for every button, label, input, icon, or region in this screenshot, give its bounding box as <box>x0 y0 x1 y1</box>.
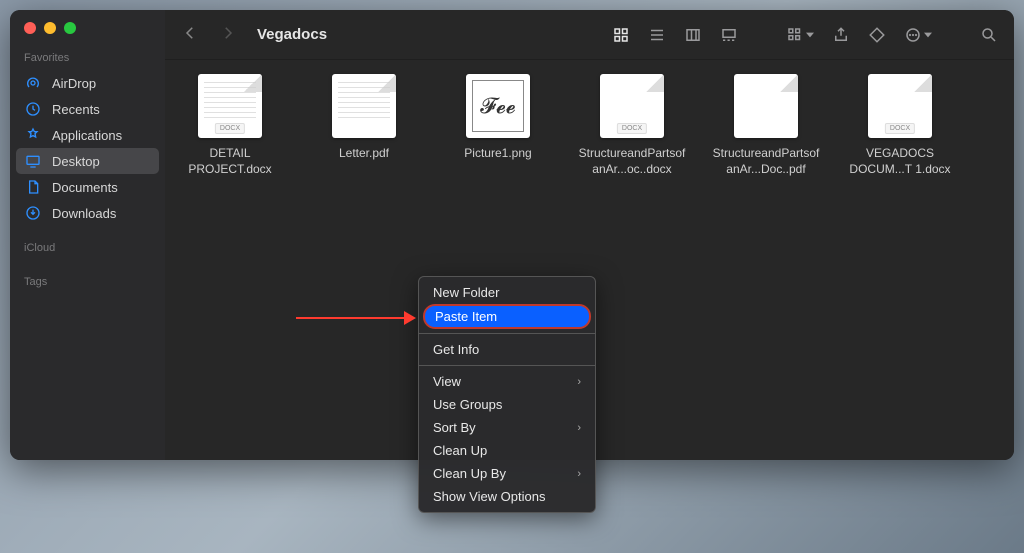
file-item[interactable]: Letter.pdf <box>309 74 419 162</box>
clock-icon <box>24 100 42 118</box>
sidebar-item-label: Applications <box>52 128 122 143</box>
sidebar-item-airdrop[interactable]: AirDrop <box>10 70 165 96</box>
file-name: StructureandPartsofanAr...oc..docx <box>577 146 687 177</box>
sidebar-item-recents[interactable]: Recents <box>10 96 165 122</box>
view-icons-button[interactable] <box>612 26 630 44</box>
file-name: Picture1.png <box>443 146 553 162</box>
view-gallery-button[interactable] <box>720 26 738 44</box>
menu-item-clean-up-by[interactable]: Clean Up By › <box>419 462 595 485</box>
menu-item-get-info[interactable]: Get Info <box>419 338 595 361</box>
desktop-icon <box>24 152 42 170</box>
file-thumbnail <box>734 74 798 138</box>
toolbar: Vegadocs <box>165 10 1014 60</box>
sidebar-item-label: Desktop <box>52 154 100 169</box>
menu-item-paste-item[interactable]: Paste Item <box>423 304 591 329</box>
tag-button[interactable] <box>868 26 886 44</box>
sidebar-item-label: Downloads <box>52 206 116 221</box>
menu-item-label: Clean Up <box>433 443 487 458</box>
file-thumbnail <box>868 74 932 138</box>
sidebar-heading-tags: Tags <box>10 272 165 294</box>
sidebar-item-desktop[interactable]: Desktop <box>16 148 159 174</box>
file-thumbnail <box>600 74 664 138</box>
forward-button[interactable] <box>219 24 237 45</box>
close-window-button[interactable] <box>24 22 36 34</box>
menu-item-label: Sort By <box>433 420 476 435</box>
file-item[interactable]: DETAIL PROJECT.docx <box>175 74 285 177</box>
chevron-right-icon: › <box>577 376 581 388</box>
share-button[interactable] <box>832 26 850 44</box>
file-name: Letter.pdf <box>309 146 419 162</box>
sidebar-item-label: Recents <box>52 102 100 117</box>
file-item[interactable]: StructureandPartsofanAr...oc..docx <box>577 74 687 177</box>
file-name: DETAIL PROJECT.docx <box>175 146 285 177</box>
menu-item-label: Show View Options <box>433 489 546 504</box>
menu-separator <box>419 365 595 366</box>
search-button[interactable] <box>980 26 998 44</box>
file-item[interactable]: StructureandPartsofanAr...Doc..pdf <box>711 74 821 177</box>
menu-item-label: New Folder <box>433 285 499 300</box>
menu-item-new-folder[interactable]: New Folder <box>419 281 595 304</box>
menu-item-label: Use Groups <box>433 397 502 412</box>
chevron-right-icon: › <box>577 422 581 434</box>
view-columns-button[interactable] <box>684 26 702 44</box>
download-icon <box>24 204 42 222</box>
sidebar-item-downloads[interactable]: Downloads <box>10 200 165 226</box>
view-list-button[interactable] <box>648 26 666 44</box>
file-thumbnail: 𝓕𝓮𝓮 <box>466 74 530 138</box>
file-thumbnail <box>198 74 262 138</box>
context-menu: New Folder Paste Item Get Info View › Us… <box>418 276 596 513</box>
sidebar-heading-icloud: iCloud <box>10 238 165 260</box>
group-by-button[interactable] <box>786 26 814 44</box>
file-thumbnail <box>332 74 396 138</box>
traffic-lights <box>10 22 165 48</box>
sidebar-item-label: Documents <box>52 180 118 195</box>
annotation-arrow <box>296 314 416 322</box>
sidebar-heading-favorites: Favorites <box>10 48 165 70</box>
menu-item-clean-up[interactable]: Clean Up <box>419 439 595 462</box>
back-button[interactable] <box>181 24 199 45</box>
menu-item-label: Get Info <box>433 342 479 357</box>
menu-item-sort-by[interactable]: Sort By › <box>419 416 595 439</box>
menu-item-view[interactable]: View › <box>419 370 595 393</box>
sidebar-item-applications[interactable]: Applications <box>10 122 165 148</box>
file-item[interactable]: VEGADOCS DOCUM...T 1.docx <box>845 74 955 177</box>
window-title: Vegadocs <box>257 26 327 43</box>
more-button[interactable] <box>904 26 932 44</box>
file-item[interactable]: 𝓕𝓮𝓮 Picture1.png <box>443 74 553 162</box>
menu-item-label: Paste Item <box>435 309 497 324</box>
sidebar-item-label: AirDrop <box>52 76 96 91</box>
menu-item-use-groups[interactable]: Use Groups <box>419 393 595 416</box>
menu-item-show-view-options[interactable]: Show View Options <box>419 485 595 508</box>
sidebar-item-documents[interactable]: Documents <box>10 174 165 200</box>
airdrop-icon <box>24 74 42 92</box>
zoom-window-button[interactable] <box>64 22 76 34</box>
applications-icon <box>24 126 42 144</box>
menu-separator <box>419 333 595 334</box>
document-icon <box>24 178 42 196</box>
sidebar: Favorites AirDrop Recents Applications D… <box>10 10 165 460</box>
menu-item-label: View <box>433 374 461 389</box>
chevron-right-icon: › <box>577 468 581 480</box>
file-name: StructureandPartsofanAr...Doc..pdf <box>711 146 821 177</box>
menu-item-label: Clean Up By <box>433 466 506 481</box>
file-name: VEGADOCS DOCUM...T 1.docx <box>845 146 955 177</box>
minimize-window-button[interactable] <box>44 22 56 34</box>
